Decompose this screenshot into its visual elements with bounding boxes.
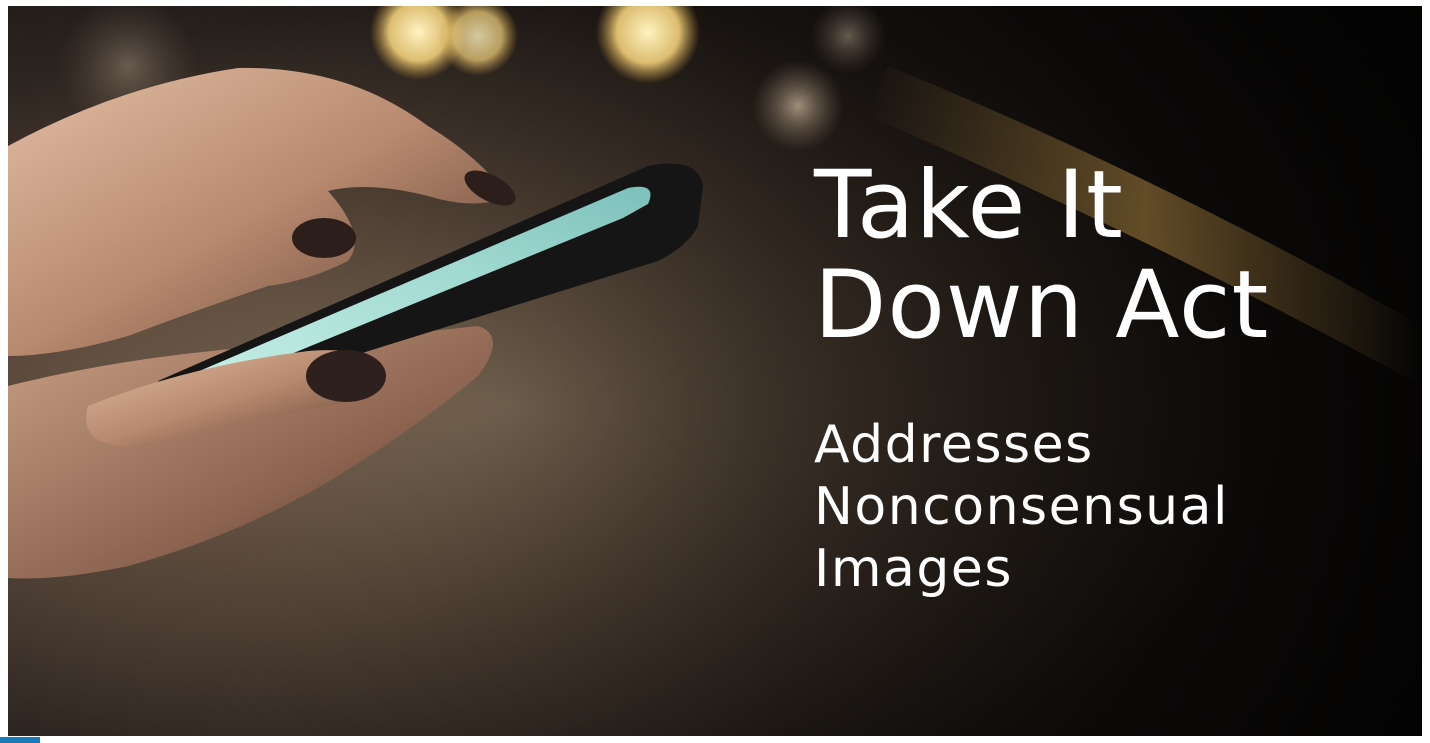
headline-line-2: Down Act — [814, 251, 1270, 360]
hands-smartphone-photo — [8, 6, 1422, 736]
subheadline-line-3: Images — [814, 539, 1013, 599]
headline-line-1: Take It — [814, 151, 1124, 260]
subheadline-line-1: Addresses — [814, 415, 1094, 475]
headline: Take It Down Act — [814, 156, 1269, 356]
subheadline: Addresses Nonconsensual Images — [814, 414, 1229, 600]
hero-image: Take It Down Act Addresses Nonconsensual… — [8, 6, 1422, 736]
bottom-accent-bar — [0, 737, 40, 743]
subheadline-line-2: Nonconsensual — [814, 477, 1229, 537]
